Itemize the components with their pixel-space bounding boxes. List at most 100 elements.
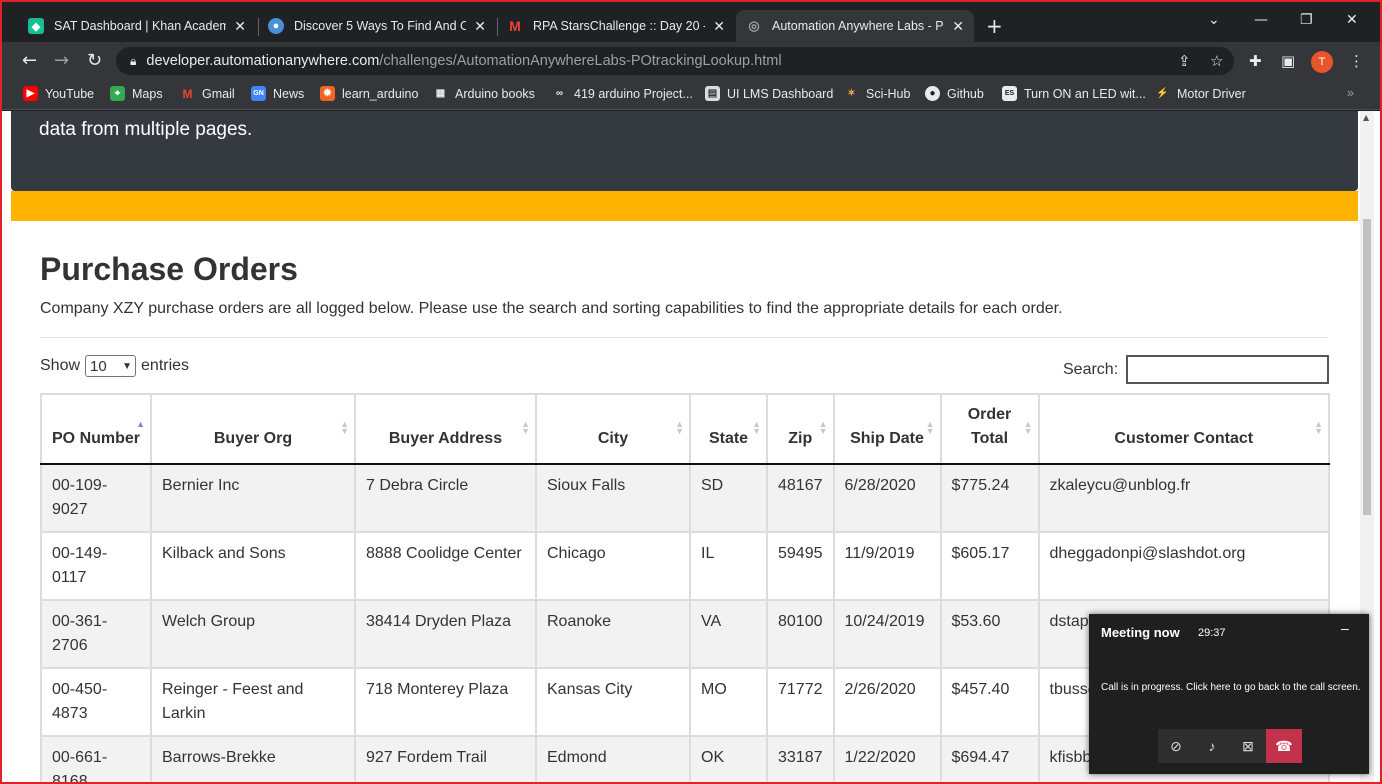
column-header-ship-date[interactable]: Ship Date ▲ ▼ (832, 393, 942, 465)
reload-icon[interactable]: ↻ (87, 50, 102, 71)
tab-title: RPA StarsChallenge :: Day 20 - ad (533, 19, 705, 33)
bookmark-github[interactable]: ● Github (925, 86, 984, 101)
share-screen-icon[interactable]: ⊠ (1230, 729, 1266, 763)
cell-buyer-org: Reinger - Feest and Larkin (150, 667, 356, 737)
meeting-message[interactable]: Call is in progress. Click here to go ba… (1101, 682, 1361, 693)
bookmark-arduino-books[interactable]: ▦ Arduino books (433, 86, 535, 101)
share-icon[interactable]: ⇪ (1178, 52, 1191, 70)
cell-buyer-address: 38414 Dryden Plaza (354, 599, 537, 669)
cell-zip: 59495 (766, 531, 835, 601)
cell-state: IL (689, 531, 768, 601)
tab-search-icon[interactable]: ⌄ (1208, 12, 1220, 28)
github-icon: ● (925, 86, 940, 101)
close-icon[interactable]: ✕ (952, 18, 964, 35)
lock-icon[interactable]: 🔒︎ (130, 54, 136, 69)
bookmark-motor-driver[interactable]: ⚡ Motor Driver (1155, 86, 1246, 101)
bookmark-learn-arduino[interactable]: ✹ learn_arduino (320, 86, 418, 101)
sort-icon: ▲ ▼ (521, 419, 530, 436)
side-panel-icon[interactable]: ▣ (1281, 52, 1295, 70)
bookmark-arduino-projects[interactable]: ∞ 419 arduino Project... (552, 86, 693, 101)
close-window-icon[interactable]: ✕ (1346, 12, 1358, 28)
tab-automation-anywhere[interactable]: ◎ Automation Anywhere Labs - PO ✕ (736, 10, 974, 42)
cell-ship-date: 10/24/2019 (832, 599, 942, 669)
microphone-icon[interactable]: ♪ (1194, 729, 1230, 763)
page-icon: ◎ (748, 18, 760, 33)
cell-zip: 80100 (766, 599, 835, 669)
gmail-icon: M (182, 86, 193, 101)
minimize-button[interactable]: – (1341, 620, 1349, 636)
browser-window: ◆ SAT Dashboard | Khan Academy ✕ ● Disco… (0, 0, 1382, 784)
bookmark-gmail[interactable]: M Gmail (180, 86, 235, 101)
scrollbar-thumb[interactable] (1363, 219, 1371, 515)
close-icon[interactable]: ✕ (234, 18, 246, 35)
extensions-icon[interactable]: ✚ (1249, 52, 1262, 70)
hero-text: data from multiple pages. (39, 119, 253, 140)
browser-toolbar: ← → ↻ 🔒︎ developer.automationanywhere.co… (2, 42, 1380, 80)
forward-icon[interactable]: → (54, 50, 69, 71)
motor-icon: ⚡ (1156, 88, 1169, 99)
column-header-city[interactable]: City ▲ ▼ (535, 393, 691, 465)
cell-ship-date: 6/28/2020 (832, 463, 942, 533)
entries-select[interactable]: 10 ▼ (85, 355, 137, 377)
es-icon: ES (1002, 86, 1017, 101)
menu-icon[interactable]: ⋮ (1349, 52, 1364, 70)
cell-buyer-address: 7 Debra Circle (354, 463, 537, 533)
bookmark-sci-hub[interactable]: ✶ Sci-Hub (844, 86, 910, 101)
cell-customer-contact: zkaleycu@unblog.fr (1037, 463, 1330, 533)
globe-icon: ● (268, 18, 284, 34)
hang-up-icon[interactable]: ☎ (1266, 729, 1302, 763)
cell-ship-date: 1/22/2020 (832, 735, 942, 782)
cell-order-total: $53.60 (939, 599, 1040, 669)
sort-ascending-icon: ▲ (136, 419, 145, 429)
column-header-order-total[interactable]: Order Total ▲ ▼ (939, 393, 1040, 465)
column-header-po-number[interactable]: PO Number ▲ (40, 393, 152, 465)
column-header-buyer-org[interactable]: Buyer Org ▲ ▼ (150, 393, 356, 465)
column-header-zip[interactable]: Zip ▲ ▼ (766, 393, 835, 465)
divider (40, 337, 1328, 338)
scroll-up-icon[interactable]: ▲ (1363, 113, 1369, 122)
bookmark-news[interactable]: GN News (251, 86, 304, 101)
close-icon[interactable]: ✕ (474, 18, 486, 35)
column-header-state[interactable]: State ▲ ▼ (689, 393, 768, 465)
cell-zip: 48167 (766, 463, 835, 533)
gear-icon: ✹ (320, 86, 335, 101)
tab-khan[interactable]: ◆ SAT Dashboard | Khan Academy ✕ (18, 10, 256, 42)
camera-off-icon[interactable]: ⊘ (1158, 729, 1194, 763)
maximize-icon[interactable]: ❐ (1300, 12, 1313, 28)
column-header-customer-contact[interactable]: Customer Contact ▲ ▼ (1037, 393, 1330, 465)
cell-city: Chicago (535, 531, 691, 601)
sort-icon: ▲ ▼ (818, 419, 828, 436)
back-icon[interactable]: ← (22, 50, 37, 71)
cell-po-number: 00-149-0117 (40, 531, 152, 601)
chevron-down-icon: ▼ (122, 360, 133, 372)
more-bookmarks-icon[interactable]: » (1347, 86, 1354, 100)
cell-po-number: 00-109-9027 (40, 463, 152, 533)
cell-city: Edmond (535, 735, 691, 782)
bookmark-youtube[interactable]: ▶ YouTube (23, 86, 94, 101)
cell-buyer-address: 927 Fordem Trail (354, 735, 537, 782)
address-bar[interactable]: 🔒︎ developer.automationanywhere.com/chal… (116, 47, 1234, 75)
search-input[interactable] (1126, 355, 1330, 384)
avatar[interactable]: T (1311, 51, 1333, 73)
minimize-icon[interactable]: — (1254, 12, 1268, 28)
bookmark-turn-on-led[interactable]: ES Turn ON an LED wit... (1002, 86, 1146, 101)
meeting-popup[interactable]: Meeting now 29:37 – Call is in progress.… (1089, 614, 1369, 774)
cell-po-number: 00-450-4873 (40, 667, 152, 737)
tab-discover[interactable]: ● Discover 5 Ways To Find And Cor ✕ (258, 10, 496, 42)
bookmark-maps[interactable]: ⌖ Maps (110, 86, 163, 101)
url-host: developer.automationanywhere.com (146, 53, 380, 69)
hero-banner: data from multiple pages. (11, 111, 1358, 191)
sort-icon: ▲ ▼ (1314, 419, 1323, 436)
news-icon: GN (251, 86, 266, 101)
column-header-buyer-address[interactable]: Buyer Address ▲ ▼ (354, 393, 537, 465)
star-icon[interactable]: ☆ (1210, 52, 1223, 70)
tab-gmail[interactable]: M RPA StarsChallenge :: Day 20 - ad ✕ (497, 10, 735, 42)
close-icon[interactable]: ✕ (713, 18, 725, 35)
cell-order-total: $775.24 (939, 463, 1040, 533)
new-tab-button[interactable]: + (986, 14, 1003, 38)
bookmark-lms-dashboard[interactable]: ▤ UI LMS Dashboard (705, 86, 833, 101)
bookmarks-bar: ▶ YouTube ⌖ Maps M Gmail GN News ✹ learn_ardu… (2, 80, 1380, 110)
maps-icon: ⌖ (110, 86, 125, 101)
cell-ship-date: 11/9/2019 (832, 531, 942, 601)
search-label: Search: (1063, 360, 1119, 378)
